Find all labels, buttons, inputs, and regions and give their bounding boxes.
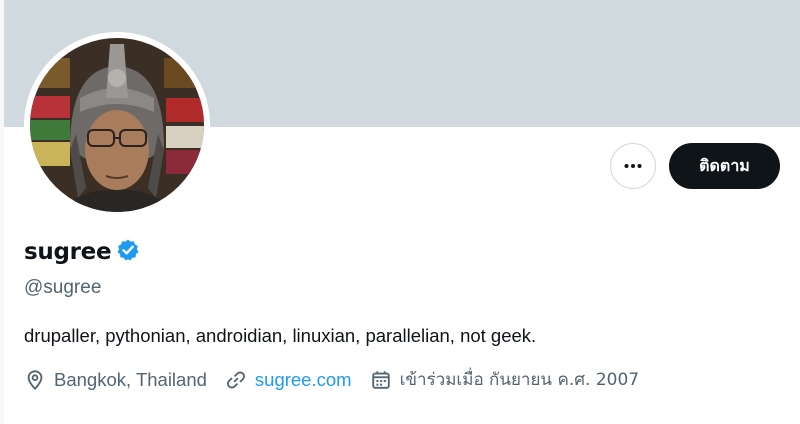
profile-meta: Bangkok, Thailand sugree.com เข้าร่วมเมื… — [24, 366, 657, 393]
location-item: Bangkok, Thailand — [24, 369, 207, 391]
website-link[interactable]: sugree.com — [255, 369, 352, 391]
follow-button[interactable]: ติดตาม — [669, 143, 780, 189]
verified-badge-icon[interactable] — [116, 238, 140, 266]
avatar-photo — [30, 38, 204, 212]
website-item: sugree.com — [225, 369, 352, 391]
more-options-button[interactable] — [610, 143, 656, 189]
joined-item: เข้าร่วมเมื่อ กันยายน ค.ศ. 2007 — [370, 366, 640, 393]
display-name: sugree — [24, 239, 112, 265]
avatar[interactable] — [24, 32, 210, 218]
profile-handle: @sugree — [24, 277, 102, 298]
name-row: sugree — [24, 238, 140, 266]
location-text: Bangkok, Thailand — [54, 368, 207, 390]
calendar-icon — [371, 370, 390, 389]
location-pin-icon — [27, 369, 43, 390]
more-horizontal-icon — [624, 164, 642, 168]
link-icon — [226, 371, 245, 388]
profile-bio: drupaller, pythonian, androidian, linuxi… — [24, 325, 537, 346]
joined-date-text: เข้าร่วมเมื่อ กันยายน ค.ศ. 2007 — [399, 370, 640, 390]
